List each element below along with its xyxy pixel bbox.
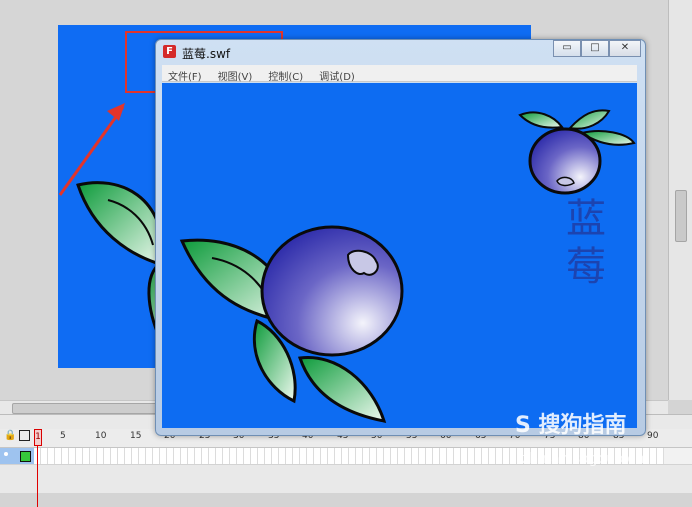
red-arrow-icon [58, 103, 125, 196]
menu-control[interactable]: 控制(C) [262, 66, 308, 83]
outline-icon[interactable] [19, 430, 30, 441]
lock-icon[interactable]: 🔒 [4, 430, 16, 441]
close-button[interactable]: ✕ [609, 40, 641, 57]
playhead-line [37, 445, 38, 507]
tick-label: 15 [130, 431, 142, 441]
swf-content[interactable]: 蓝莓 [162, 83, 637, 428]
layer-color-icon[interactable] [20, 451, 31, 462]
tick-label: 90 [647, 431, 659, 441]
playhead[interactable]: 1 [34, 429, 42, 507]
vertical-scrollbar[interactable] [668, 0, 692, 400]
tick-label: 10 [95, 431, 107, 441]
layer-cell[interactable] [0, 448, 34, 464]
blueberry-label: 蓝莓 [566, 196, 606, 290]
flash-app-icon: F [163, 45, 176, 58]
watermark: S 搜狗指南 [515, 413, 627, 438]
tick-label: 5 [60, 431, 66, 441]
maximize-button[interactable]: □ [581, 40, 609, 57]
menu-file[interactable]: 文件(F) [162, 66, 207, 83]
window-title: 蓝莓.swf [182, 47, 231, 61]
menu-bar: 文件(F) 视图(V) 控制(C) 调试(D) [162, 65, 637, 83]
menu-view[interactable]: 视图(V) [212, 66, 258, 83]
menu-debug[interactable]: 调试(D) [313, 66, 360, 83]
watermark-url: zhinan.sogou.com [522, 451, 650, 467]
swf-player-window[interactable]: F 蓝莓.swf ▭ □ ✕ 文件(F) 视图(V) 控制(C) 调试(D) 蓝… [155, 39, 646, 436]
current-frame: 1 [34, 429, 42, 446]
scroll-thumb[interactable] [675, 190, 687, 242]
dot-icon [4, 452, 8, 456]
minimize-button[interactable]: ▭ [553, 40, 581, 57]
